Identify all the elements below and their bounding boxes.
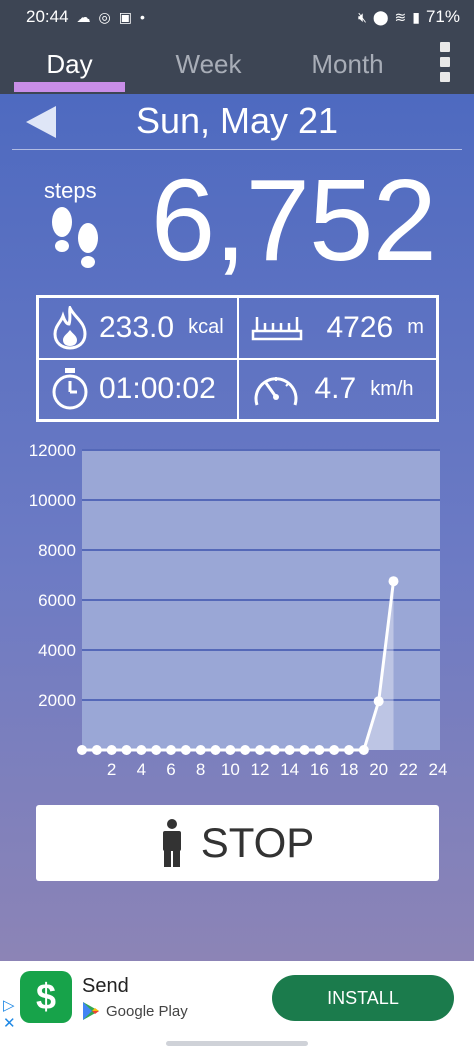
tab-week[interactable]: Week — [139, 34, 278, 94]
ad-choices-icon[interactable]: ▷ ✕ — [3, 997, 16, 1033]
chart-data-point — [106, 745, 117, 755]
x-tick-label: 18 — [340, 760, 359, 779]
wifi-icon: ≋ — [394, 9, 407, 25]
distance-unit: m — [407, 316, 424, 339]
steps-label: steps — [44, 178, 97, 203]
tab-day[interactable]: Day — [0, 34, 139, 94]
distance-cell: 4726 m — [237, 297, 437, 359]
y-tick-label: 8000 — [38, 541, 76, 560]
calories-cell: 233.0 kcal — [38, 297, 238, 359]
calories-unit: kcal — [188, 316, 224, 339]
x-tick-label: 12 — [251, 760, 270, 779]
chart-data-point — [388, 576, 399, 587]
stopwatch-icon — [52, 368, 88, 410]
ad-store: Google Play — [82, 1001, 188, 1021]
ad-banner[interactable]: ▷ ✕ $ Send Google Play INSTALL — [0, 961, 474, 1053]
person-icon — [162, 819, 181, 867]
chart-data-point — [91, 745, 102, 755]
overflow-menu-icon[interactable] — [440, 42, 450, 82]
chart-data-point — [210, 745, 221, 755]
speed-unit: km/h — [370, 377, 414, 400]
tab-bar: Day Week Month — [0, 34, 474, 94]
battery-level: 71% — [425, 7, 460, 26]
main-panel: Sun, May 21 steps 6,752 233.0 kcal 4726 … — [0, 94, 474, 961]
x-tick-label: 24 — [429, 760, 448, 779]
footprints-icon — [52, 207, 98, 268]
chart-data-point — [329, 745, 340, 755]
x-tick-label: 10 — [221, 760, 240, 779]
y-tick-label: 10000 — [29, 491, 76, 510]
location-icon: ⬤ — [372, 9, 389, 25]
ad-store-label: Google Play — [106, 1002, 188, 1020]
chart-data-point — [151, 745, 162, 755]
steps-chart: 200040006000800010000120002 4 6 8 10 12 14 16 18… — [29, 441, 448, 779]
chart-data-point — [166, 745, 176, 755]
chart-data-point — [299, 745, 310, 755]
x-tick-label: 22 — [399, 760, 418, 779]
steps-count: 6,752 — [150, 155, 437, 285]
ruler-icon — [251, 316, 302, 340]
x-tick-label: 2 — [107, 760, 116, 779]
status-bar: 20:44 ☁ ◎ ▣ • 🔇︎ ⬤ ≋ ▮ 71% — [0, 0, 474, 34]
chart-data-point — [180, 745, 191, 755]
home-indicator[interactable] — [166, 1041, 308, 1046]
chart-data-point — [121, 745, 132, 755]
stats-grid: 233.0 kcal 4726 m 01:00:02 4.7 km/h — [36, 295, 439, 422]
y-tick-label: 4000 — [38, 641, 76, 660]
chart-data-point — [240, 745, 251, 755]
distance-value: 4726 — [326, 310, 394, 344]
x-tick-label: 14 — [280, 760, 299, 779]
chart-data-point — [344, 745, 354, 755]
chart-data-point — [77, 745, 87, 755]
signal-icon: ▮ — [412, 9, 420, 25]
ad-app-name: Send — [82, 975, 129, 997]
clock: 20:44 — [26, 7, 69, 26]
date-row: Sun, May 21 — [0, 94, 474, 149]
y-tick-label: 6000 — [38, 591, 76, 610]
divider — [12, 149, 462, 150]
chart-data-point — [373, 696, 384, 707]
y-tick-label: 2000 — [38, 691, 76, 710]
x-tick-label: 6 — [166, 760, 175, 779]
install-button[interactable]: INSTALL — [272, 975, 454, 1021]
date-title: Sun, May 21 — [135, 100, 339, 141]
speed-cell: 4.7 km/h — [237, 358, 437, 420]
ad-logo-symbol: $ — [35, 976, 57, 1017]
x-tick-label: 16 — [310, 760, 329, 779]
chart-data-point — [314, 745, 325, 755]
chart-data-point — [195, 745, 206, 755]
google-play-icon — [83, 1002, 99, 1020]
chart-data-point — [284, 745, 295, 755]
cloud-icon: ☁ — [76, 9, 91, 25]
x-tick-label: 20 — [369, 760, 388, 779]
tab-month[interactable]: Month — [278, 34, 417, 94]
speedometer-icon — [254, 377, 297, 406]
chart-data-point — [269, 745, 280, 755]
chart-data-point — [255, 745, 265, 755]
x-tick-label: 8 — [196, 760, 205, 779]
flame-icon — [53, 305, 87, 350]
chart-data-point — [136, 745, 147, 755]
y-tick-label: 12000 — [29, 441, 76, 460]
speed-value: 4.7 — [314, 372, 357, 406]
duration-value: 01:00:02 — [99, 372, 216, 406]
ad-app-logo[interactable]: $ — [20, 971, 72, 1023]
stop-button[interactable]: STOP — [36, 805, 439, 881]
duration-cell: 01:00:02 — [38, 358, 238, 420]
camera-icon: ◎ — [98, 9, 111, 25]
mute-icon: 🔇︎ — [358, 9, 367, 25]
calories-value: 233.0 — [99, 310, 175, 344]
dot-icon: • — [140, 9, 145, 25]
calendar-icon: ▣ — [118, 9, 132, 25]
stop-button-label: STOP — [200, 819, 315, 866]
x-tick-label: 4 — [137, 760, 146, 779]
chart-data-point — [225, 745, 236, 755]
chart-data-point — [358, 745, 369, 755]
